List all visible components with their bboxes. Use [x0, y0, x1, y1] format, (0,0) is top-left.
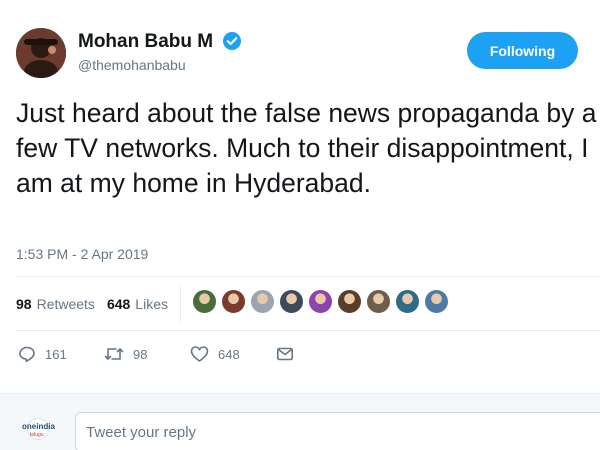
retweets-count: 98 — [16, 296, 32, 312]
liker-avatar[interactable] — [395, 289, 420, 314]
retweets-label: Retweets — [36, 296, 95, 312]
tweet-card: Mohan Babu M @themohanbabu Following Jus… — [0, 0, 600, 450]
liker-avatar[interactable] — [424, 289, 449, 314]
liker-avatar[interactable] — [221, 289, 246, 314]
envelope-icon — [276, 347, 293, 361]
tweet-stats: 98 Retweets 648 Likes — [16, 296, 168, 312]
retweet-icon — [104, 348, 124, 360]
liker-avatar[interactable] — [250, 289, 275, 314]
verified-badge-icon — [223, 32, 241, 50]
avatar[interactable] — [16, 28, 66, 78]
tweet-text: Just heard about the false news propagan… — [16, 98, 597, 198]
retweet-count: 98 — [133, 346, 148, 362]
direct-message-button[interactable] — [276, 344, 294, 364]
reply-icon — [19, 346, 35, 363]
reply-input[interactable] — [75, 412, 600, 450]
tweet-actions: 161 98 648 — [18, 344, 294, 364]
brand-text: oneindia — [22, 422, 55, 431]
retweet-button[interactable]: 98 — [104, 344, 190, 364]
like-count: 648 — [218, 346, 240, 362]
liker-avatar[interactable] — [337, 289, 362, 314]
reply-button[interactable]: 161 — [18, 344, 104, 364]
likes-count: 648 — [106, 296, 131, 312]
reply-count: 161 — [45, 346, 67, 362]
liker-avatar[interactable] — [308, 289, 333, 314]
tweet-timestamp[interactable]: 1:53 PM - 2 Apr 2019 — [16, 246, 148, 262]
stats-separator — [180, 286, 181, 322]
retweets-stat[interactable]: 98 Retweets — [16, 296, 95, 312]
liker-avatar[interactable] — [279, 289, 304, 314]
divider — [16, 276, 600, 277]
likes-label: Likes — [135, 296, 168, 312]
liker-avatar[interactable] — [366, 289, 391, 314]
author-handle[interactable]: @themohanbabu — [78, 57, 186, 73]
avatar-photo-icon — [16, 28, 66, 78]
like-button[interactable]: 648 — [190, 344, 276, 364]
heart-icon — [190, 346, 209, 362]
liker-avatar[interactable] — [192, 289, 217, 314]
liker-avatars — [192, 289, 453, 314]
likes-stat[interactable]: 648 Likes — [107, 296, 168, 312]
brand-subtext: telugu — [30, 432, 44, 438]
following-button[interactable]: Following — [467, 32, 578, 69]
author-name[interactable]: Mohan Babu M — [78, 31, 213, 53]
divider — [16, 330, 600, 331]
